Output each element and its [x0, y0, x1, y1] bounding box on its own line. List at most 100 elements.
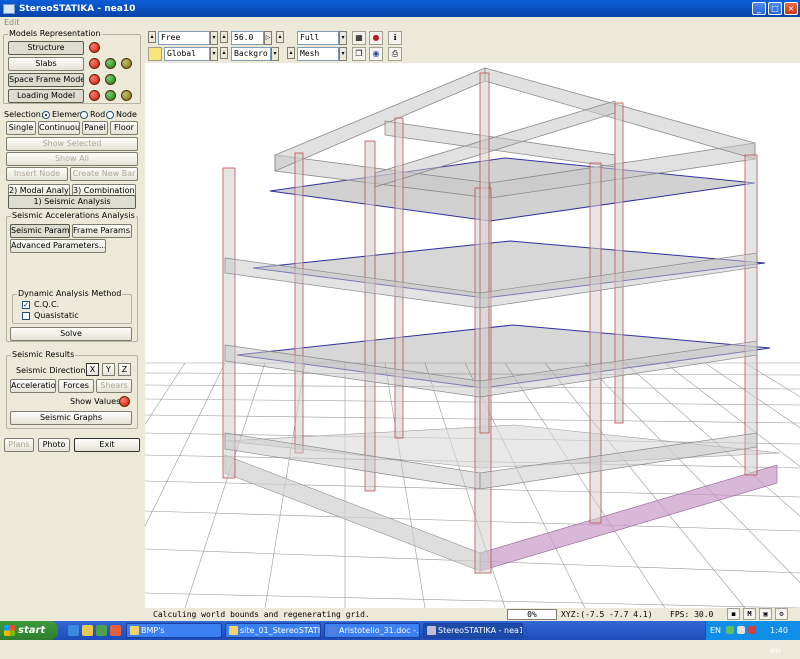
plans-button[interactable]: Plans: [4, 438, 34, 452]
angle-input[interactable]: 56.0: [231, 31, 264, 45]
rod-radio[interactable]: [80, 111, 88, 119]
structure-red-dot[interactable]: [89, 42, 100, 53]
render-mode-dropdown-icon[interactable]: ▾: [339, 47, 347, 61]
structure-3d-render: [145, 67, 800, 608]
structure-button[interactable]: Structure: [8, 41, 84, 55]
camera-mode-select[interactable]: Free: [158, 31, 210, 45]
solve-button[interactable]: Solve: [10, 327, 132, 341]
render-spin-icon[interactable]: ▴: [287, 47, 295, 59]
color-swatch-icon[interactable]: [148, 47, 162, 61]
spin-left-icon[interactable]: ▴: [220, 31, 228, 43]
show-all-button[interactable]: Show All: [6, 152, 138, 166]
clock[interactable]: 1:40 μμ: [770, 621, 800, 659]
direction-x-button[interactable]: X: [86, 363, 99, 376]
frame-params-button[interactable]: Frame Params...: [72, 224, 132, 238]
window-title-bar[interactable]: StereoSTATIKA - nea10 _ □ ×: [0, 0, 800, 17]
seismic-params-button[interactable]: Seismic Params...: [10, 224, 70, 238]
show-values-red-dot[interactable]: [119, 396, 130, 407]
loading-model-button[interactable]: Loading Model: [8, 89, 84, 103]
fps-readout: FPS: 30.0: [670, 610, 714, 619]
direction-z-button[interactable]: Z: [118, 363, 131, 376]
image-icon[interactable]: ▣: [759, 608, 772, 620]
loading-red-dot[interactable]: [89, 90, 100, 101]
quicklaunch-media-icon[interactable]: [110, 625, 121, 636]
element-radio[interactable]: [42, 111, 50, 119]
task-site[interactable]: site_01_StereoSTATI...: [225, 623, 321, 638]
task-stereostatika[interactable]: StereoSTATIKA - nea10: [423, 623, 523, 638]
angle-play-icon[interactable]: ▷: [264, 31, 272, 45]
window-title: StereoSTATIKA - nea10: [19, 3, 136, 14]
space-frame-green-dot[interactable]: [105, 74, 116, 85]
tray-volume-icon[interactable]: [737, 626, 745, 634]
slabs-button[interactable]: Slabs: [8, 57, 84, 71]
shears-button[interactable]: Shears: [96, 379, 132, 393]
view-mode-select[interactable]: Full: [297, 31, 339, 45]
floor-button[interactable]: Floor: [110, 121, 138, 135]
single-button[interactable]: Single: [6, 121, 36, 135]
grid-table-icon[interactable]: ▦: [352, 31, 366, 45]
node-radio-label: Node: [116, 110, 137, 119]
taskbar: start BMP's site_01_StereoSTATI... Arist…: [0, 621, 800, 654]
background-select[interactable]: Backgro: [231, 47, 271, 61]
quicklaunch-ie-icon[interactable]: [68, 625, 79, 636]
globe-icon[interactable]: ◉: [369, 47, 383, 61]
coord-system-select[interactable]: Global: [164, 47, 210, 61]
close-button[interactable]: ×: [784, 2, 798, 15]
maximize-button[interactable]: □: [768, 2, 782, 15]
copy-icon[interactable]: ❐: [352, 47, 366, 61]
tray-network-icon[interactable]: [726, 626, 734, 634]
camera-mode-spin-icon[interactable]: ▴: [148, 31, 156, 43]
cqc-checkbox[interactable]: ✓: [22, 301, 30, 309]
coord-system-dropdown-icon[interactable]: ▾: [210, 47, 218, 61]
space-frame-red-dot[interactable]: [89, 74, 100, 85]
app-task-icon: [427, 626, 436, 635]
quicklaunch-folder-icon[interactable]: [82, 625, 93, 636]
slabs-green-dot[interactable]: [105, 58, 116, 69]
tab-seismic-analysis[interactable]: 1) Seismic Analysis: [8, 195, 136, 209]
info-icon[interactable]: ℹ: [388, 31, 402, 45]
forces-button[interactable]: Forces: [58, 379, 94, 393]
show-selected-button[interactable]: Show Selected: [6, 137, 138, 151]
task-aristotelio[interactable]: Aristotelio_31.doc -...: [324, 623, 420, 638]
render-mode-select[interactable]: Mesh: [297, 47, 339, 61]
spin-right-icon[interactable]: ▴: [276, 31, 284, 43]
m-button[interactable]: M: [743, 608, 756, 620]
binoculars-icon[interactable]: ●: [369, 31, 383, 45]
panel-button[interactable]: Panel: [82, 121, 108, 135]
seismic-direction-label: Seismic Direction:: [16, 366, 89, 375]
settings-icon[interactable]: ⚙: [775, 608, 788, 620]
space-frame-button[interactable]: Space Frame Model: [8, 73, 84, 87]
loading-green-dot[interactable]: [105, 90, 116, 101]
quicklaunch-desktop-icon[interactable]: [96, 625, 107, 636]
loading-olive-dot[interactable]: [121, 90, 132, 101]
show-values-label: Show Values:: [70, 397, 123, 406]
seismic-graphs-button[interactable]: Seismic Graphs: [10, 411, 132, 425]
minimize-button[interactable]: _: [752, 2, 766, 15]
create-bar-button[interactable]: Create New Bar: [70, 167, 138, 181]
print-icon[interactable]: ⎙: [388, 47, 402, 61]
camera-icon[interactable]: ◼: [727, 608, 740, 620]
status-message: Calculing world bounds and regenerating …: [153, 610, 370, 619]
task-stereostatika-label: StereoSTATIKA - nea10: [438, 626, 523, 635]
slabs-red-dot[interactable]: [89, 58, 100, 69]
view-mode-dropdown-icon[interactable]: ▾: [339, 31, 347, 45]
photo-button[interactable]: Photo: [38, 438, 70, 452]
quasistatic-checkbox[interactable]: [22, 312, 30, 320]
insert-node-button[interactable]: Insert Node: [6, 167, 68, 181]
menu-edit[interactable]: Edit: [4, 18, 20, 27]
background-spin-icon[interactable]: ▴: [220, 47, 228, 59]
node-radio[interactable]: [106, 111, 114, 119]
accelerations-button[interactable]: Accelerations: [10, 379, 56, 393]
advanced-params-button[interactable]: Advanced Parameters...: [10, 239, 106, 253]
task-bmps[interactable]: BMP's: [126, 623, 222, 638]
continuous-button[interactable]: Continuous: [38, 121, 80, 135]
slabs-olive-dot[interactable]: [121, 58, 132, 69]
language-indicator[interactable]: EN: [710, 621, 721, 640]
background-dropdown-icon[interactable]: ▾: [271, 47, 279, 61]
start-button[interactable]: start: [0, 621, 58, 640]
exit-button[interactable]: Exit: [74, 438, 140, 452]
camera-mode-dropdown-icon[interactable]: ▾: [210, 31, 218, 45]
tray-security-icon[interactable]: [748, 626, 756, 634]
3d-viewport[interactable]: [145, 63, 800, 608]
direction-y-button[interactable]: Y: [102, 363, 115, 376]
